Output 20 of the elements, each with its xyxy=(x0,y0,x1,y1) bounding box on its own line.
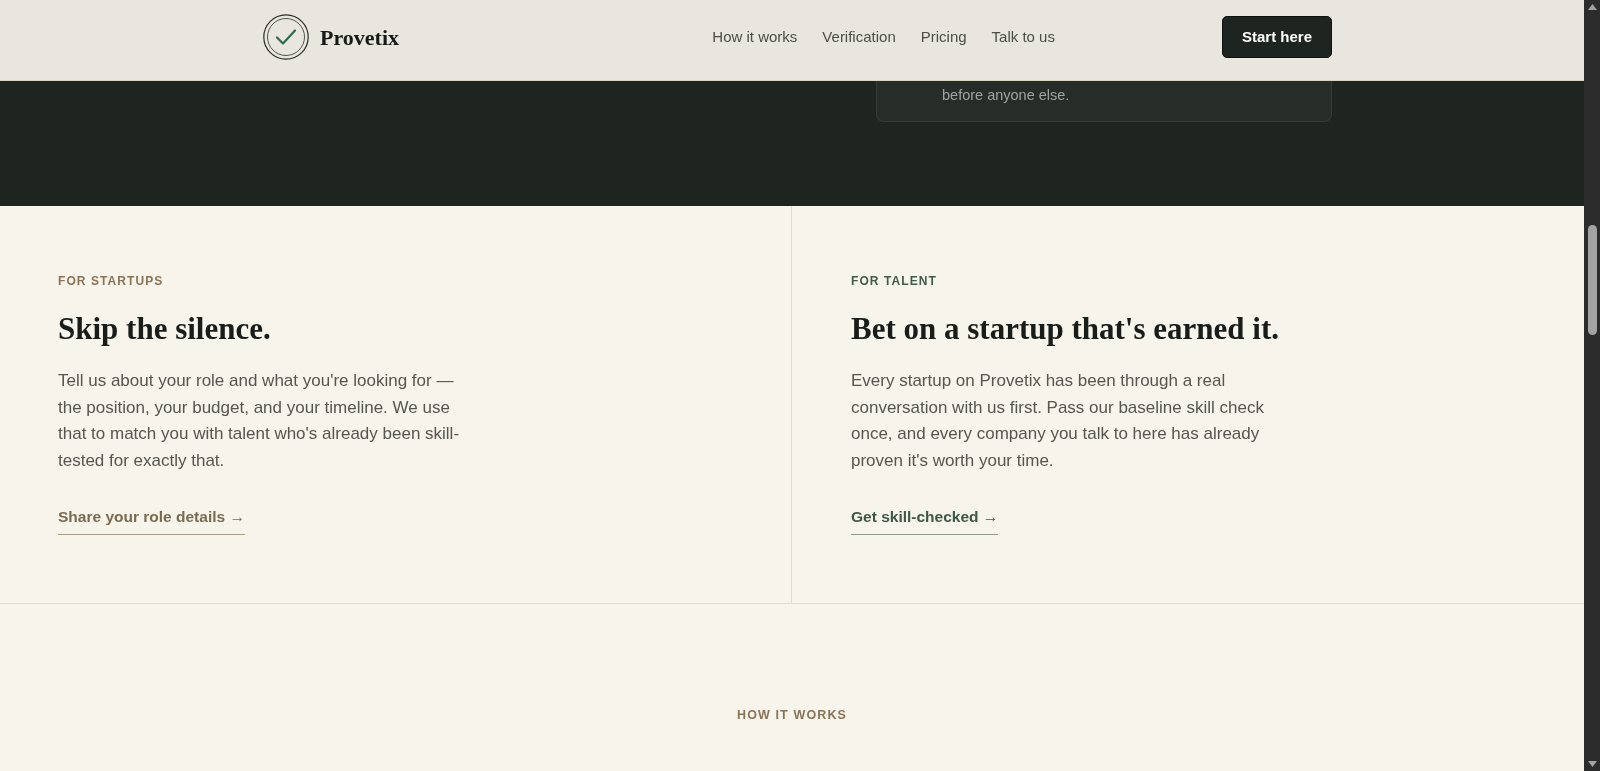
primary-button[interactable]: Start here xyxy=(1221,16,1332,58)
scroll-down-icon[interactable] xyxy=(1587,761,1597,767)
card-text: before anyone else. xyxy=(942,86,1070,105)
brand-name[interactable]: Provetix xyxy=(320,20,399,54)
text-link[interactable]: Share your role details → xyxy=(58,506,245,535)
scroll-up-icon[interactable] xyxy=(1587,4,1597,10)
nav-link[interactable]: Verification xyxy=(822,25,896,49)
section-heading: Bet on a startup that's earned it. xyxy=(851,310,1279,348)
text-link[interactable]: Get skill-checked → xyxy=(851,506,999,535)
nav-link[interactable]: Pricing xyxy=(920,25,967,49)
logo-check-icon[interactable] xyxy=(263,14,309,60)
nav-link[interactable]: How it works xyxy=(712,25,798,49)
section-description: Tell us about your role and what you're looking for — the position, your budget, and your timeline. We use that to match you with talent who's already been skill-tested for exactly that. xyxy=(58,370,461,472)
section-eyebrow: HOW IT WORKS xyxy=(737,707,847,724)
section-description: Every startup on Provetix has been through a real conversation with us first. Pass our baseline skill check once, and every company you talk to here has already proven it's worth your time. xyxy=(851,370,1265,472)
nav-link[interactable]: Talk to us xyxy=(991,25,1055,49)
scrollbar-thumb[interactable] xyxy=(1587,225,1597,335)
section-heading: Skip the silence. xyxy=(58,310,271,348)
section-eyebrow: FOR TALENT xyxy=(851,273,937,290)
section-eyebrow: FOR STARTUPS xyxy=(58,273,164,290)
